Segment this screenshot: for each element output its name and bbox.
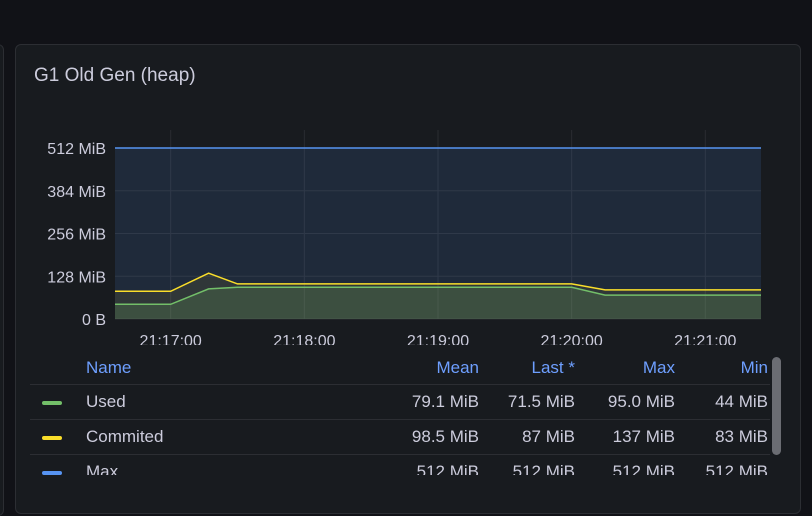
legend-header-name[interactable]: Name (86, 358, 131, 378)
legend-body: Used 79.1 MiB 71.5 MiB 95.0 MiB 44 MiB C… (30, 385, 770, 475)
y-tick-label: 512 MiB (47, 141, 106, 158)
legend-value-max: 512 MiB (612, 462, 675, 475)
legend-series-name: Max (86, 462, 119, 475)
legend-header-max[interactable]: Max (643, 358, 675, 378)
x-tick-label: 21:20:00 (541, 333, 603, 345)
legend-value-mean: 79.1 MiB (411, 392, 479, 411)
y-axis-ticks: 0 B 128 MiB 256 MiB 384 MiB 512 MiB (47, 141, 106, 329)
legend-row-used[interactable]: Used 79.1 MiB 71.5 MiB 95.0 MiB 44 MiB (30, 385, 770, 420)
legend-header-last[interactable]: Last * (532, 358, 575, 378)
legend-row-commited[interactable]: Commited 98.5 MiB 87 MiB 137 MiB 83 MiB (30, 420, 770, 455)
y-tick-label: 0 B (82, 312, 106, 329)
legend-value-min: 83 MiB (715, 427, 768, 446)
legend-header-mean[interactable]: Mean (436, 358, 479, 378)
legend-value-last: 71.5 MiB (507, 392, 575, 411)
adjacent-panel-edge (0, 44, 4, 516)
legend-value-last: 512 MiB (512, 462, 575, 475)
legend-swatch-used (42, 401, 62, 405)
legend-series-name: Used (86, 392, 126, 411)
y-tick-label: 128 MiB (47, 269, 106, 286)
legend-value-min: 512 MiB (705, 462, 768, 475)
x-axis-ticks: 21:17:00 21:18:00 21:19:00 21:20:00 21:21:00 (140, 333, 737, 345)
timeseries-panel[interactable]: G1 Old Gen (heap) 0 B 128 MiB 256 MiB 384 M… (15, 44, 801, 514)
y-tick-label: 384 MiB (47, 184, 106, 201)
legend-header-row: Name Mean Last * Max Min (30, 353, 770, 385)
legend-table: Name Mean Last * Max Min Used 79.1 MiB 7… (30, 353, 770, 475)
x-tick-label: 21:19:00 (407, 333, 469, 345)
chart-areas (115, 148, 761, 319)
y-tick-label: 256 MiB (47, 227, 106, 244)
x-tick-label: 21:17:00 (140, 333, 202, 345)
legend-value-max: 95.0 MiB (607, 392, 675, 411)
legend-value-mean: 98.5 MiB (411, 427, 479, 446)
legend-swatch-commited (42, 436, 62, 440)
legend-value-last: 87 MiB (522, 427, 575, 446)
top-bar (0, 0, 812, 28)
legend-scrollbar[interactable] (772, 357, 781, 455)
legend-series-name: Commited (86, 427, 164, 446)
chart-area[interactable]: 0 B 128 MiB 256 MiB 384 MiB 512 MiB 21:17:00… (16, 45, 802, 345)
legend-swatch-max (42, 471, 62, 475)
x-tick-label: 21:21:00 (674, 333, 736, 345)
legend-header-min[interactable]: Min (741, 358, 768, 378)
legend-value-mean: 512 MiB (416, 462, 479, 475)
legend-value-min: 44 MiB (715, 392, 768, 411)
legend-row-max[interactable]: Max 512 MiB 512 MiB 512 MiB 512 MiB (30, 455, 770, 475)
x-tick-label: 21:18:00 (273, 333, 335, 345)
legend-value-max: 137 MiB (612, 427, 675, 446)
